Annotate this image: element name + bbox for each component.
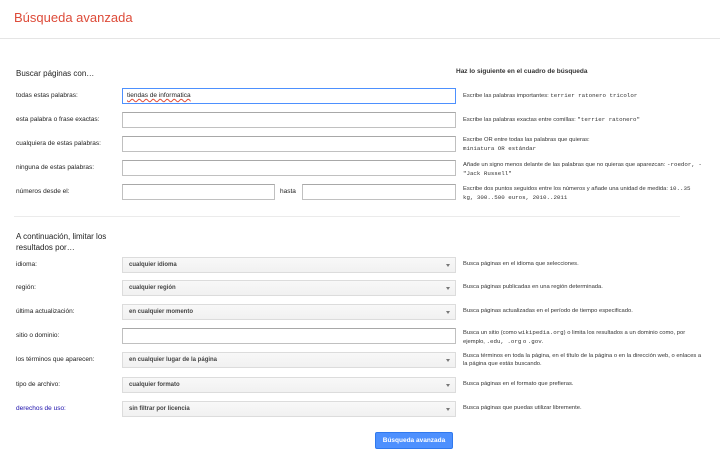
none-words-input[interactable] <box>122 160 456 176</box>
hint-heading: Haz lo siguiente en el cuadro de búsqued… <box>456 68 588 75</box>
chevron-down-icon <box>446 408 450 411</box>
any-words-hint: Escribe OR entre todas las palabras que … <box>463 137 590 152</box>
site-label: sitio o dominio: <box>16 332 60 339</box>
last-update-select[interactable]: en cualquier momento <box>122 304 456 320</box>
file-type-label: tipo de archivo: <box>16 381 61 388</box>
site-hint: Busca un sitio (como wikipedia.org) o li… <box>463 329 686 345</box>
row-usage-rights: derechos de uso: sin filtrar por licenci… <box>0 401 720 419</box>
usage-rights-select[interactable]: sin filtrar por licencia <box>122 401 456 417</box>
exact-phrase-input[interactable] <box>122 112 456 128</box>
header-bar: Búsqueda avanzada <box>0 0 720 39</box>
numbers-to-input[interactable] <box>302 184 456 200</box>
region-label: región: <box>16 284 36 291</box>
row-language: idioma: cualquier idioma Busca páginas e… <box>0 257 720 275</box>
exact-phrase-label: esta palabra o frase exactas: <box>16 116 100 123</box>
chevron-down-icon <box>446 311 450 314</box>
numbers-to-label: hasta <box>280 188 296 195</box>
none-words-label: ninguna de estas palabras: <box>16 164 95 171</box>
all-words-hint: Escribe las palabras importantes: terrie… <box>463 92 638 99</box>
usage-rights-link[interactable]: derechos de uso: <box>16 405 66 412</box>
row-numbers: números desde el: hasta Escribe dos punt… <box>0 184 720 202</box>
chevron-down-icon <box>446 384 450 387</box>
all-words-label: todas estas palabras: <box>16 92 78 99</box>
row-terms-appearing: los términos que aparecen: en cualquier … <box>0 352 720 370</box>
file-type-hint: Busca páginas en el formato que prefiera… <box>463 381 574 387</box>
terms-appearing-hint: Busca términos en toda la página, en el … <box>463 353 702 367</box>
terms-appearing-select[interactable]: en cualquier lugar de la página <box>122 352 456 368</box>
any-words-input[interactable] <box>122 136 456 152</box>
row-site: sitio o dominio: Busca un sitio (como wi… <box>0 328 720 346</box>
section-narrow-heading: A continuación, limitar los resultados p… <box>16 232 107 252</box>
language-label: idioma: <box>16 261 37 268</box>
last-update-label: última actualización: <box>16 308 75 315</box>
row-region: región: cualquier región Busca páginas p… <box>0 280 720 298</box>
file-type-select[interactable]: cualquier formato <box>122 377 456 393</box>
last-update-hint: Busca páginas actualizadas en el período… <box>463 308 633 314</box>
language-select[interactable]: cualquier idioma <box>122 257 456 273</box>
any-words-label: cualquiera de estas palabras: <box>16 140 101 147</box>
all-words-value: tiendas de informatica <box>127 92 191 99</box>
chevron-down-icon <box>446 264 450 267</box>
usage-rights-hint: Busca páginas que puedas utilizar librem… <box>463 405 582 411</box>
chevron-down-icon <box>446 287 450 290</box>
numbers-from-input[interactable] <box>122 184 275 200</box>
terms-appearing-label: los términos que aparecen: <box>16 356 95 363</box>
row-none-words: ninguna de estas palabras: Añade un sign… <box>0 160 720 178</box>
all-words-input[interactable]: tiendas de informatica <box>122 88 456 104</box>
chevron-down-icon <box>446 359 450 362</box>
advanced-search-button[interactable]: Búsqueda avanzada <box>375 432 453 449</box>
section-find-heading: Buscar páginas con… <box>16 69 95 78</box>
exact-phrase-hint: Escribe las palabras exactas entre comil… <box>463 116 641 123</box>
row-any-words: cualquiera de estas palabras: Escribe OR… <box>0 136 720 154</box>
row-file-type: tipo de archivo: cualquier formato Busca… <box>0 377 720 395</box>
page-title: Búsqueda avanzada <box>14 10 133 25</box>
numbers-label: números desde el: <box>16 188 70 195</box>
language-hint: Busca páginas en el idioma que seleccion… <box>463 261 579 267</box>
region-select[interactable]: cualquier región <box>122 280 456 296</box>
region-hint: Busca páginas publicadas en una región d… <box>463 284 603 290</box>
row-all-words: todas estas palabras: tiendas de informa… <box>0 88 720 106</box>
row-exact-phrase: esta palabra o frase exactas: Escribe la… <box>0 112 720 130</box>
row-last-update: última actualización: en cualquier momen… <box>0 304 720 322</box>
site-input[interactable] <box>122 328 456 344</box>
none-words-hint: Añade un signo menos delante de las pala… <box>463 161 702 177</box>
numbers-hint: Escribe dos puntos seguidos entre los nú… <box>463 185 691 201</box>
section-divider <box>14 216 680 217</box>
